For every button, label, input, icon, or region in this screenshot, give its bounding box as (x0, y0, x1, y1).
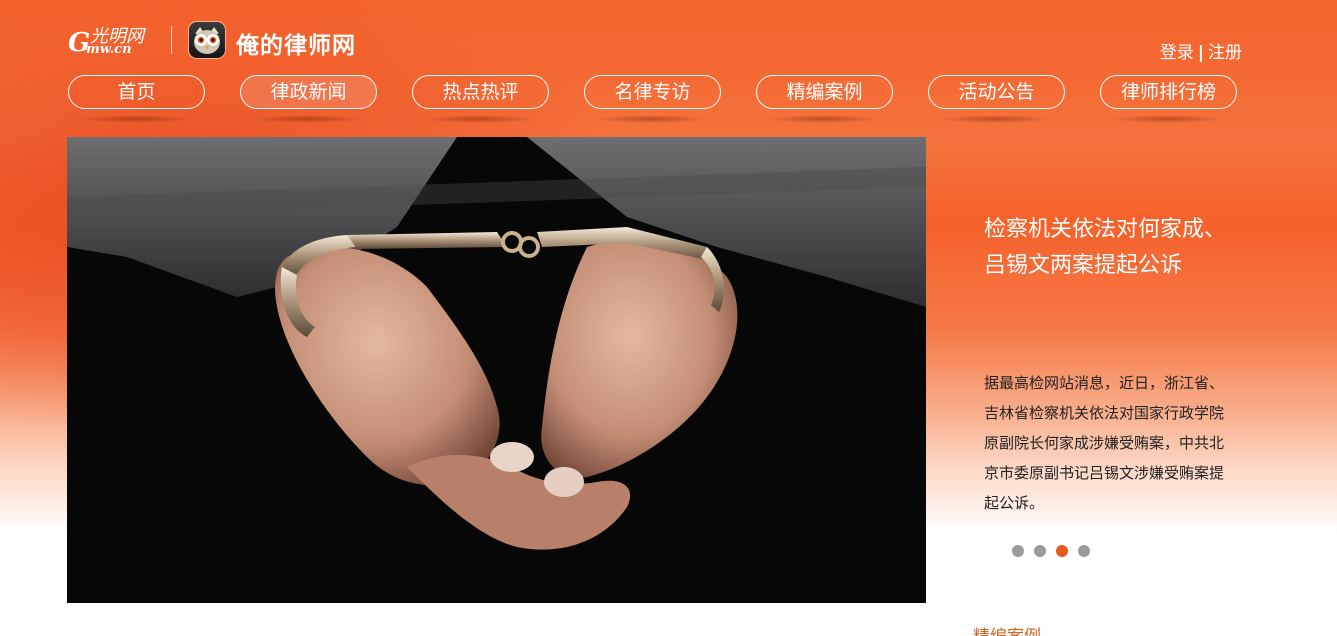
nav-shadow (250, 115, 365, 123)
nav-shadow (78, 115, 193, 123)
logo-divider (171, 26, 172, 54)
slide-dot-3-active[interactable] (1056, 545, 1068, 557)
owl-mascot-icon[interactable] (189, 22, 225, 58)
gmw-logo[interactable]: G 光明网 mw.cn (68, 22, 158, 58)
hero-summary: 据最高检网站消息，近日，浙江省、吉林省检察机关依法对国家行政学院原副院长何家成涉… (984, 374, 1225, 512)
gmw-logo-domain: mw.cn (86, 42, 132, 57)
slide-indicator (1012, 545, 1100, 557)
nav-item-selected-cases[interactable]: 精编案例 (756, 75, 893, 109)
hero-caption: 检察机关依法对何家成、吕锡文两案提起公诉 (984, 212, 1234, 284)
nav-item-hot-topics[interactable]: 热点热评 (412, 75, 549, 109)
site-title[interactable]: 俺的律师网 (236, 26, 356, 60)
auth-separator: | (1197, 43, 1204, 63)
section-heading-selected-cases[interactable]: 精编案例 (973, 622, 1041, 636)
hero-slide-image[interactable] (67, 137, 926, 603)
site-header: G 光明网 mw.cn 俺的律师网 登录 | 注册 (0, 0, 1337, 70)
slide-dot-2[interactable] (1034, 545, 1046, 557)
main-nav: 首页 律政新闻 热点热评 名律专访 精编案例 活动公告 律师排行榜 (68, 75, 1238, 125)
auth-links: 登录 | 注册 (1160, 38, 1242, 63)
nav-shadow (1110, 115, 1225, 123)
register-link[interactable]: 注册 (1208, 43, 1242, 63)
slide-dot-4[interactable] (1078, 545, 1090, 557)
nav-item-home[interactable]: 首页 (68, 75, 205, 109)
nav-item-announcements[interactable]: 活动公告 (928, 75, 1065, 109)
hero-headline-link[interactable]: 检察机关依法对何家成、吕锡文两案提起公诉 (984, 212, 1234, 284)
nav-item-lawyer-ranking[interactable]: 律师排行榜 (1100, 75, 1237, 109)
nav-item-legal-news[interactable]: 律政新闻 (240, 75, 377, 109)
nav-shadow (938, 115, 1053, 123)
nav-shadow (766, 115, 881, 123)
nav-shadow (594, 115, 709, 123)
login-link[interactable]: 登录 (1160, 43, 1194, 63)
nav-shadow (422, 115, 537, 123)
slide-dot-1[interactable] (1012, 545, 1024, 557)
nav-item-lawyer-interviews[interactable]: 名律专访 (584, 75, 721, 109)
handcuffed-hands-photo (67, 137, 926, 603)
